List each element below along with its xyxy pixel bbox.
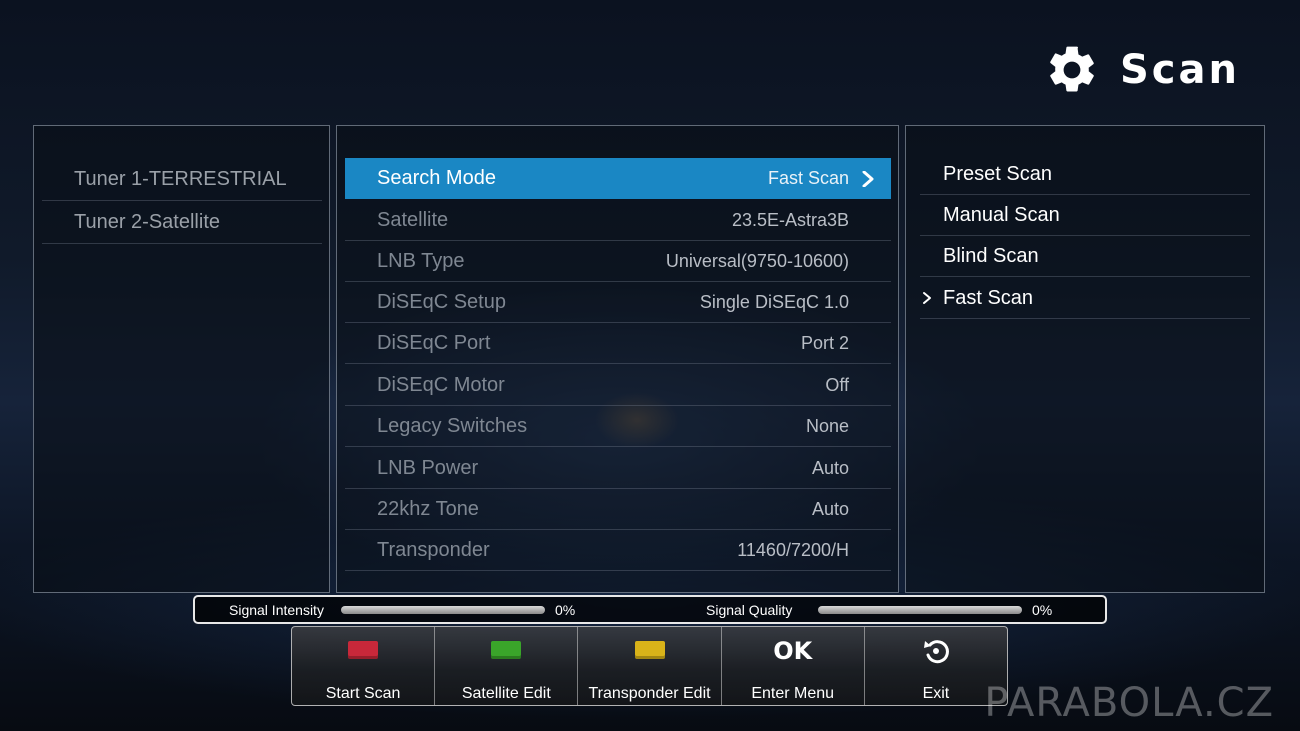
function-key-label: Transponder Edit — [588, 685, 711, 702]
setting-label: DiSEqC Port — [377, 331, 491, 354]
tuner-item-satellite[interactable]: Tuner 2-Satellite — [42, 201, 322, 244]
setting-label: DiSEqC Setup — [377, 290, 506, 313]
setting-value: Auto — [811, 498, 849, 519]
option-label: Fast Scan — [943, 286, 1034, 309]
setting-row-diseqc-motor[interactable]: DiSEqC Motor Off — [345, 365, 891, 406]
signal-intensity-label: Signal Intensity — [229, 602, 324, 618]
setting-value: Port 2 — [800, 332, 849, 353]
chevron-right-icon — [861, 170, 875, 187]
option-blind-scan[interactable]: Blind Scan — [920, 236, 1250, 277]
option-preset-scan[interactable]: Preset Scan — [920, 154, 1250, 195]
setting-value: 11460/7200/H — [737, 539, 849, 560]
setting-row-lnb-power[interactable]: LNB Power Auto — [345, 448, 891, 489]
setting-row-legacy-switches[interactable]: Legacy Switches None — [345, 406, 891, 447]
option-label: Manual Scan — [943, 203, 1060, 226]
gear-icon — [1044, 42, 1100, 98]
scan-mode-panel: Preset Scan Manual Scan Blind Scan Fast … — [905, 125, 1265, 593]
function-key-label: Start Scan — [325, 685, 401, 702]
tuner-panel: Tuner 1-TERRESTRIAL Tuner 2-Satellite — [33, 125, 330, 593]
setting-value: Off — [825, 374, 849, 395]
enter-menu-button[interactable]: OK Enter Menu — [722, 627, 865, 705]
exit-icon — [920, 640, 952, 667]
function-key-label: Satellite Edit — [461, 685, 551, 702]
setting-row-search-mode[interactable]: Search Mode Fast Scan — [345, 158, 891, 199]
setting-label: 22khz Tone — [377, 497, 479, 520]
transponder-edit-button[interactable]: Transponder Edit — [578, 627, 722, 705]
setting-label: Legacy Switches — [377, 414, 528, 437]
setting-value: 23.5E-Astra3B — [731, 209, 849, 230]
setting-value: Universal(9750-10600) — [665, 250, 849, 271]
yellow-key-icon — [634, 641, 665, 659]
setting-label: Satellite — [377, 208, 449, 231]
setting-value: Fast Scan — [767, 168, 849, 188]
chevron-right-icon — [922, 290, 934, 306]
setting-label: Transponder — [377, 538, 490, 561]
green-key-icon — [491, 641, 522, 659]
setting-label: DiSEqC Motor — [377, 373, 505, 396]
setting-label: LNB Power — [377, 456, 479, 479]
setting-value: Single DiSEqC 1.0 — [699, 291, 849, 312]
option-label: Preset Scan — [943, 162, 1052, 185]
signal-intensity-value: 0% — [555, 602, 576, 618]
setting-row-satellite[interactable]: Satellite 23.5E-Astra3B — [345, 200, 891, 241]
signal-status-bar: Signal Intensity 0% Signal Quality 0% — [193, 595, 1107, 624]
red-key-icon — [348, 641, 379, 659]
page-title: Scan — [1120, 47, 1240, 93]
start-scan-button[interactable]: Start Scan — [292, 627, 436, 705]
tuner-item-terrestrial[interactable]: Tuner 1-TERRESTRIAL — [42, 158, 322, 201]
ok-key-icon: OK — [773, 637, 813, 665]
signal-quality-meter — [818, 606, 1022, 614]
satellite-edit-button[interactable]: Satellite Edit — [435, 627, 579, 705]
setting-row-lnb-type[interactable]: LNB Type Universal(9750-10600) — [345, 241, 891, 282]
function-key-bar: Start Scan Satellite Edit Transponder Ed… — [291, 626, 1008, 706]
setting-row-diseqc-setup[interactable]: DiSEqC Setup Single DiSEqC 1.0 — [345, 282, 891, 323]
setting-row-diseqc-port[interactable]: DiSEqC Port Port 2 — [345, 323, 891, 364]
watermark: PARABOLA.CZ — [984, 680, 1274, 726]
setting-label: Search Mode — [377, 167, 496, 189]
setting-row-transponder[interactable]: Transponder 11460/7200/H — [345, 530, 891, 571]
function-key-label: Enter Menu — [751, 685, 835, 702]
signal-intensity-meter — [341, 606, 545, 614]
page-header: Scan — [1044, 42, 1240, 98]
signal-quality-label: Signal Quality — [706, 602, 793, 618]
option-fast-scan[interactable]: Fast Scan — [920, 278, 1250, 319]
signal-quality-value: 0% — [1032, 602, 1053, 618]
setting-value: None — [805, 415, 849, 436]
setting-value-wrap: Fast Scan — [768, 168, 875, 189]
option-manual-scan[interactable]: Manual Scan — [920, 195, 1250, 236]
option-label: Blind Scan — [943, 244, 1039, 267]
setting-label: LNB Type — [377, 249, 465, 272]
setting-row-22khz-tone[interactable]: 22khz Tone Auto — [345, 489, 891, 530]
setting-value: Auto — [811, 457, 849, 478]
settings-panel: Search Mode Fast Scan Satellite 23.5E-As… — [336, 125, 899, 593]
